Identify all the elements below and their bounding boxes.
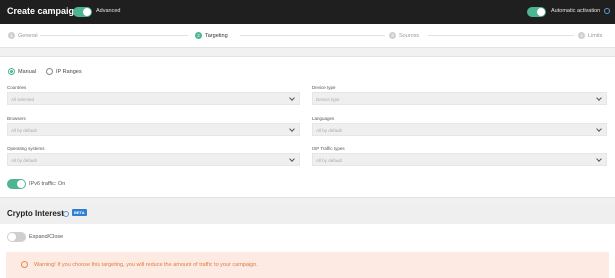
select-value: All by default bbox=[316, 127, 342, 133]
step-number: 3 bbox=[389, 32, 396, 39]
isp-traffic-types-select[interactable]: All by default bbox=[312, 153, 607, 166]
browsers-label: Browsers bbox=[7, 116, 26, 121]
info-icon[interactable] bbox=[604, 8, 610, 14]
radio-manual[interactable]: Manual bbox=[8, 68, 36, 75]
select-value: All by default bbox=[11, 157, 37, 163]
warning-text: Warning! If you choose this targeting, y… bbox=[34, 262, 258, 268]
ipv6-toggle[interactable] bbox=[7, 179, 26, 189]
page-title: Create campaign bbox=[7, 6, 80, 16]
expand-close-label: Expand/Close bbox=[29, 234, 64, 240]
device-type-label: Device type bbox=[312, 85, 336, 90]
isp-traffic-types-label: ISP Traffic types bbox=[312, 146, 345, 151]
step-connector bbox=[40, 35, 188, 36]
chevron-down-icon bbox=[596, 156, 602, 162]
operating-systems-label: Operating systems bbox=[7, 146, 45, 151]
advanced-label: Advanced bbox=[96, 8, 121, 14]
ipv6-label: IPv6 traffic: On bbox=[29, 181, 66, 187]
chevron-down-icon bbox=[289, 126, 295, 132]
operating-systems-select[interactable]: All by default bbox=[7, 153, 300, 166]
beta-badge: BETA bbox=[72, 209, 87, 216]
select-value: All selected bbox=[11, 96, 35, 102]
step-number: 2 bbox=[195, 32, 202, 39]
advanced-toggle[interactable] bbox=[73, 7, 92, 17]
warning-banner: Warning! If you choose this targeting, y… bbox=[6, 252, 609, 278]
step-connector bbox=[240, 35, 385, 36]
languages-select[interactable]: All by default bbox=[312, 123, 607, 136]
device-type-select[interactable]: Device type bbox=[312, 92, 607, 105]
step-sources[interactable]: 3 Sources bbox=[389, 32, 419, 39]
radio-indicator bbox=[46, 68, 53, 75]
radio-ip-ranges[interactable]: IP Ranges bbox=[46, 68, 82, 75]
chevron-down-icon bbox=[596, 95, 602, 101]
step-number: 4 bbox=[578, 32, 585, 39]
step-label: Limits bbox=[588, 32, 603, 39]
browsers-select[interactable]: All by default bbox=[7, 123, 300, 136]
select-value: All by default bbox=[11, 127, 37, 133]
automatic-activation-label: Automatic activation bbox=[551, 8, 601, 14]
radio-label: Manual bbox=[18, 68, 37, 75]
top-bar: Create campaign Advanced Automatic activ… bbox=[0, 0, 615, 24]
chevron-down-icon bbox=[289, 95, 295, 101]
chevron-down-icon bbox=[289, 156, 295, 162]
wizard-steps bbox=[0, 24, 615, 48]
countries-label: Countries bbox=[7, 85, 27, 90]
languages-label: Languages bbox=[312, 116, 335, 121]
chevron-down-icon bbox=[596, 126, 602, 132]
countries-select[interactable]: All selected bbox=[7, 92, 300, 105]
step-targeting[interactable]: 2 Targeting bbox=[195, 32, 228, 39]
step-general[interactable]: 1 General bbox=[8, 32, 38, 39]
step-label: Targeting bbox=[205, 32, 228, 39]
step-limits[interactable]: 4 Limits bbox=[578, 32, 602, 39]
radio-label: IP Ranges bbox=[56, 68, 82, 75]
step-label: Sources bbox=[399, 32, 420, 39]
expand-close-toggle[interactable] bbox=[7, 232, 26, 242]
automatic-activation-toggle[interactable] bbox=[527, 7, 546, 17]
step-number: 1 bbox=[8, 32, 15, 39]
step-connector bbox=[428, 35, 574, 36]
step-label: General bbox=[18, 32, 38, 39]
section-title: Crypto Interest bbox=[7, 209, 64, 218]
select-value: Device type bbox=[316, 96, 340, 102]
radio-indicator bbox=[8, 68, 15, 75]
select-value: All by default bbox=[316, 157, 342, 163]
crypto-interest-header: Crypto Interest BETA bbox=[0, 205, 615, 223]
info-icon[interactable] bbox=[63, 211, 69, 217]
warning-icon bbox=[21, 261, 28, 268]
